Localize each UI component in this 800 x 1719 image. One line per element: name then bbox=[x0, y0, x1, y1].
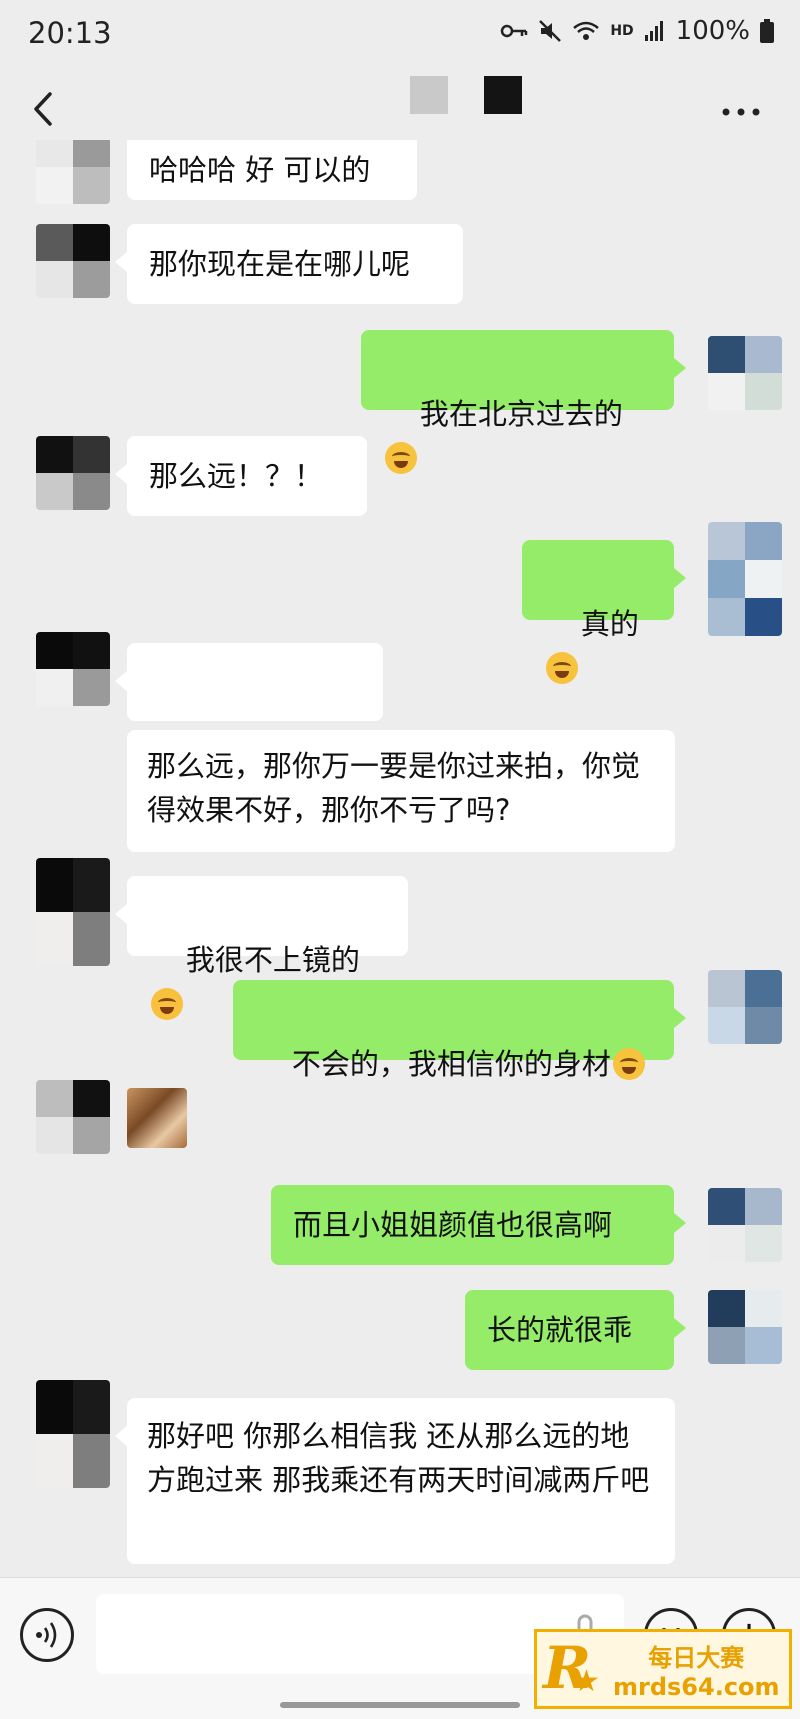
crying-emoji-icon bbox=[151, 988, 183, 1020]
message-text: 真的 bbox=[580, 607, 639, 641]
contact-name-mosaic bbox=[410, 76, 522, 114]
chat-header bbox=[0, 70, 800, 150]
message-bubble-sent[interactable]: 真的 bbox=[522, 540, 686, 684]
home-indicator bbox=[280, 1702, 520, 1708]
laugh-cry-emoji-icon bbox=[546, 652, 578, 684]
battery-level: 100% bbox=[675, 16, 750, 46]
watermark-title: 每日大赛 bbox=[648, 1643, 745, 1672]
watermark-logo-icon: R ★ bbox=[543, 1634, 600, 1702]
status-bar: 20:13 HD 100% bbox=[0, 0, 800, 70]
signal-icon bbox=[644, 20, 666, 42]
my-avatar[interactable] bbox=[708, 970, 782, 1044]
status-icons: HD 100% bbox=[500, 16, 774, 46]
my-avatar[interactable] bbox=[708, 1188, 782, 1262]
message-text: 不会的，我相信你的身材 bbox=[291, 1047, 611, 1081]
voice-message-bubble[interactable]: 8" bbox=[115, 643, 383, 829]
wifi-icon bbox=[572, 20, 600, 42]
watermark: R ★ 每日大赛 mrds64.com bbox=[534, 1629, 792, 1709]
laugh-cry-emoji-icon bbox=[612, 1048, 645, 1080]
network-label: HD bbox=[610, 23, 634, 39]
message-bubble-sent[interactable]: 不会的，我相信你的身材 bbox=[233, 980, 686, 1081]
message-bubble-sent[interactable]: 长的就很乖 bbox=[465, 1290, 686, 1370]
back-arrow-icon[interactable] bbox=[26, 84, 66, 134]
message-bubble[interactable]: 我很不上镜的 bbox=[115, 876, 408, 1020]
laugh-cry-emoji-icon bbox=[385, 442, 417, 474]
contact-avatar[interactable] bbox=[36, 436, 110, 510]
message-text: 我很不上镜的 bbox=[185, 943, 360, 977]
my-avatar[interactable] bbox=[708, 1290, 782, 1364]
mute-icon bbox=[538, 19, 562, 43]
contact-avatar[interactable] bbox=[36, 140, 110, 204]
vpn-key-icon bbox=[500, 22, 528, 40]
message-bubble[interactable]: 那么远！？！ bbox=[115, 436, 367, 516]
contact-avatar[interactable] bbox=[36, 1080, 110, 1154]
more-options-icon[interactable] bbox=[716, 92, 766, 132]
my-avatar[interactable] bbox=[708, 522, 782, 636]
input-bar: + R★ 每日大赛 mrds64.com bbox=[0, 1577, 800, 1719]
message-bubble[interactable]: 那好吧 你那么相信我 还从那么远的地方跑过来 那我乘还有两天时间减两斤吧 bbox=[115, 1398, 675, 1564]
message-bubble[interactable]: 哈哈哈 好 可以的 bbox=[127, 140, 417, 200]
message-text: 我在北京过去的 bbox=[419, 397, 623, 431]
message-bubble-sent[interactable]: 而且小姐姐颜值也很高啊 bbox=[271, 1185, 686, 1265]
contact-avatar[interactable] bbox=[36, 224, 110, 298]
message-bubble-sent[interactable]: 我在北京过去的 bbox=[361, 330, 686, 474]
my-avatar[interactable] bbox=[708, 336, 782, 410]
voice-input-icon[interactable] bbox=[20, 1608, 74, 1662]
contact-avatar[interactable] bbox=[36, 632, 110, 706]
sticker-image[interactable] bbox=[127, 1088, 187, 1148]
watermark-url: mrds64.com bbox=[613, 1672, 780, 1701]
contact-avatar[interactable] bbox=[36, 1380, 110, 1488]
status-time: 20:13 bbox=[28, 16, 112, 50]
message-bubble[interactable]: 那你现在是在哪儿呢 bbox=[115, 224, 463, 304]
chat-messages[interactable]: 哈哈哈 好 可以的 那你现在是在哪儿呢 我在北京过去的 那么远！？！ 真的 8"… bbox=[0, 140, 800, 1577]
battery-icon bbox=[760, 19, 774, 43]
contact-avatar[interactable] bbox=[36, 858, 110, 966]
message-bubble[interactable]: 那么远，那你万一要是你过来拍，你觉得效果不好，那你不亏了吗? bbox=[127, 730, 675, 852]
